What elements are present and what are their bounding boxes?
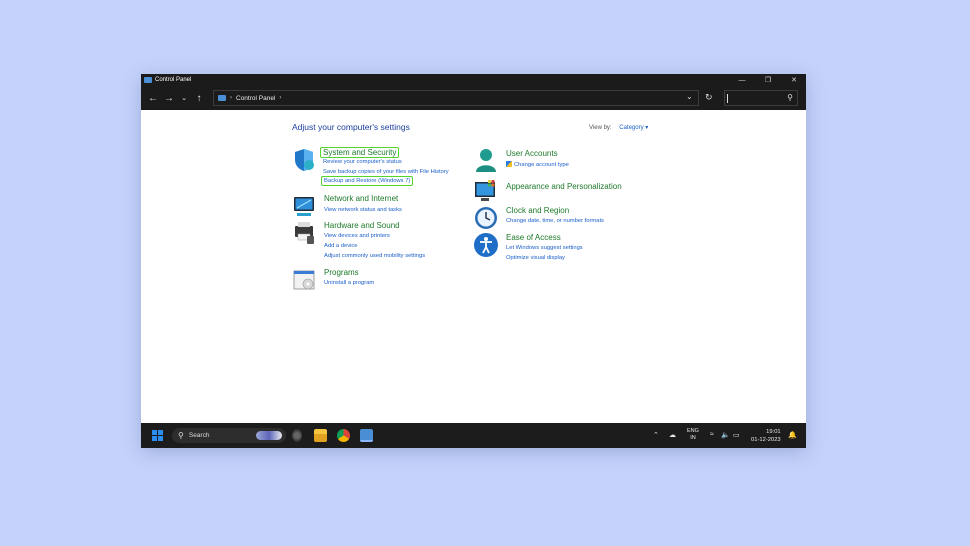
show-hidden-icons-chevron-icon[interactable]: ⌃ xyxy=(653,431,659,439)
control-panel-taskbar-icon[interactable] xyxy=(360,429,373,442)
clock-time[interactable]: 19:01 xyxy=(751,428,781,436)
network-icon[interactable] xyxy=(292,194,316,218)
backup-restore-link[interactable]: Backup and Restore (Windows 7) xyxy=(321,176,414,186)
copilot-icon[interactable] xyxy=(292,429,302,442)
accessibility-icon[interactable] xyxy=(474,233,498,257)
taskbar-search-label[interactable]: Search xyxy=(189,432,210,439)
search-icon[interactable]: ⚲ xyxy=(787,93,793,102)
windows-suggest-settings-link[interactable]: Let Windows suggest settings xyxy=(506,245,583,251)
review-status-link[interactable]: Review your computer's status xyxy=(323,159,402,165)
system-security-link[interactable]: System and Security xyxy=(320,147,400,158)
forward-arrow-icon[interactable]: → xyxy=(161,93,177,104)
notification-bell-icon[interactable]: 🔔 xyxy=(788,431,797,439)
printer-icon[interactable] xyxy=(292,221,316,245)
recent-locations-chevron-icon[interactable]: ⌄ xyxy=(177,94,191,102)
mobility-settings-link[interactable]: Adjust commonly used mobility settings xyxy=(324,253,425,259)
volume-icon[interactable]: 🔈 xyxy=(721,431,730,439)
close-icon[interactable]: ✕ xyxy=(790,76,798,84)
hardware-sound-link[interactable]: Hardware and Sound xyxy=(324,221,400,230)
uninstall-program-link[interactable]: Uninstall a program xyxy=(324,280,374,286)
uac-shield-icon xyxy=(506,161,512,167)
battery-icon[interactable]: ▭ xyxy=(733,431,740,439)
language-code[interactable]: ENG xyxy=(687,428,699,434)
network-internet-link[interactable]: Network and Internet xyxy=(324,194,398,203)
file-history-link[interactable]: Save backup copies of your files with Fi… xyxy=(323,169,449,175)
view-by-dropdown[interactable]: Category ▾ xyxy=(619,125,648,131)
control-panel-window: Control Panel — ❐ ✕ ← → ⌄ ↑ › Control Pa… xyxy=(141,74,806,448)
search-control-panel-input[interactable]: ⚲ xyxy=(724,90,798,106)
chrome-icon[interactable] xyxy=(337,429,350,442)
optimize-visual-display-link[interactable]: Optimize visual display xyxy=(506,255,565,261)
add-device-link[interactable]: Add a device xyxy=(324,243,358,249)
language-region[interactable]: IN xyxy=(690,435,696,441)
clock-region-link[interactable]: Clock and Region xyxy=(506,206,569,215)
view-network-status-link[interactable]: View network status and tasks xyxy=(324,207,402,213)
view-by-value[interactable]: Category xyxy=(619,125,643,131)
text-caret xyxy=(727,94,728,103)
refresh-icon[interactable]: ↻ xyxy=(705,92,713,103)
breadcrumb-chevron-icon[interactable]: › xyxy=(279,95,281,101)
back-arrow-icon[interactable]: ← xyxy=(145,93,161,104)
up-arrow-icon[interactable]: ↑ xyxy=(191,93,207,104)
change-account-type-label[interactable]: Change account type xyxy=(514,162,569,168)
appearance-icon[interactable] xyxy=(474,179,498,203)
view-by-label: View by: xyxy=(589,125,612,131)
clock-date[interactable]: 01-12-2023 xyxy=(751,436,781,444)
control-panel-icon xyxy=(144,77,152,83)
windows-start-icon[interactable] xyxy=(152,430,163,441)
dropdown-arrow-icon[interactable]: ▾ xyxy=(645,125,648,131)
search-highlight-art xyxy=(256,431,282,440)
language-indicator[interactable]: ENG IN xyxy=(687,428,699,442)
shield-icon[interactable] xyxy=(292,148,316,172)
main-content: Adjust your computer's settings View by:… xyxy=(141,110,806,423)
clock[interactable]: 19:01 01-12-2023 xyxy=(751,428,781,444)
appearance-personalization-link[interactable]: Appearance and Personalization xyxy=(506,182,622,191)
user-accounts-link[interactable]: User Accounts xyxy=(506,149,558,158)
wifi-icon[interactable]: ≈ xyxy=(710,431,714,438)
file-explorer-icon[interactable] xyxy=(314,429,327,442)
change-date-formats-link[interactable]: Change date, time, or number formats xyxy=(506,218,604,224)
programs-icon[interactable] xyxy=(292,268,316,292)
user-accounts-icon[interactable] xyxy=(474,148,498,172)
ease-of-access-link[interactable]: Ease of Access xyxy=(506,233,561,242)
title-bar: Control Panel — ❐ ✕ xyxy=(141,74,806,86)
search-icon: ⚲ xyxy=(178,431,184,440)
view-devices-printers-link[interactable]: View devices and printers xyxy=(324,233,390,239)
minimize-icon[interactable]: — xyxy=(738,77,746,84)
change-account-type-link[interactable]: Change account type xyxy=(506,161,569,168)
breadcrumb-chevron-icon[interactable]: › xyxy=(230,95,232,101)
address-dropdown-icon[interactable]: ⌄ xyxy=(686,92,693,101)
control-panel-icon xyxy=(218,95,226,101)
cloud-icon[interactable]: ☁ xyxy=(669,431,676,439)
programs-link[interactable]: Programs xyxy=(324,268,359,277)
view-by: View by: Category ▾ xyxy=(589,124,648,131)
window-title: Control Panel xyxy=(155,77,192,83)
page-title: Adjust your computer's settings xyxy=(292,122,410,132)
address-field[interactable]: › Control Panel › xyxy=(213,90,699,106)
breadcrumb-control-panel[interactable]: Control Panel xyxy=(236,95,275,102)
clock-globe-icon[interactable] xyxy=(474,206,498,230)
taskbar-search[interactable]: ⚲ Search xyxy=(172,428,286,443)
maximize-icon[interactable]: ❐ xyxy=(764,76,772,84)
taskbar: ⚲ Search ⌃ ☁ ENG IN ≈ 🔈 ▭ 19:01 01-12-20… xyxy=(141,423,806,448)
